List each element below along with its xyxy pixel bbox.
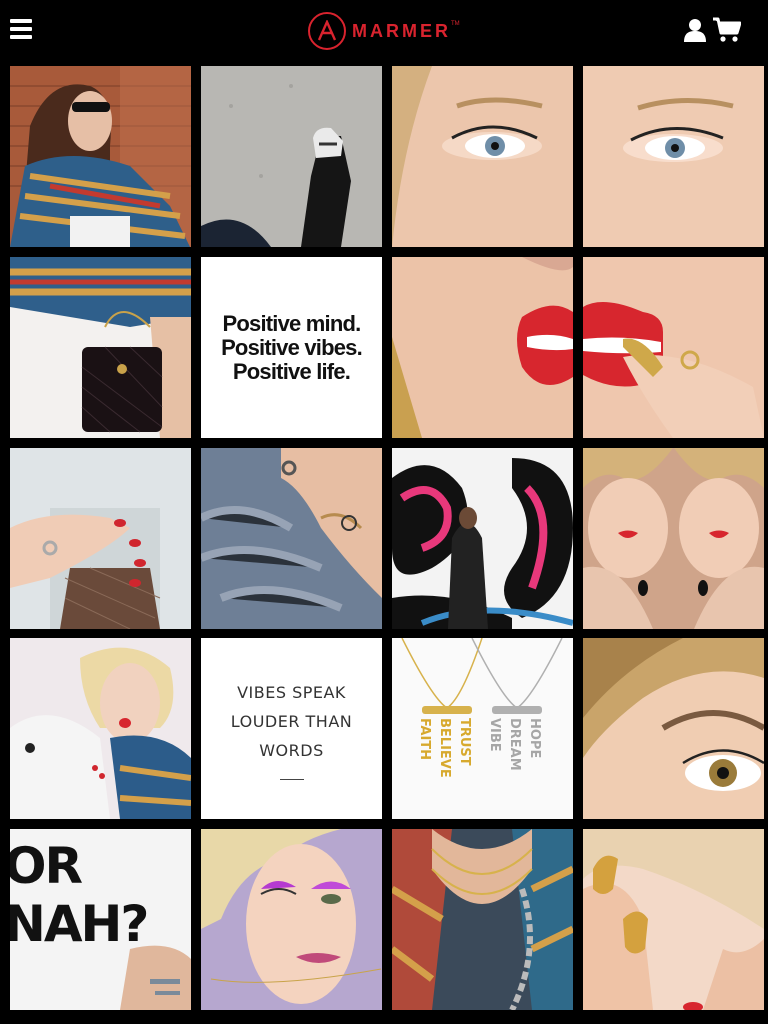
photo-or-nah-tee[interactable]: OR NAH?: [10, 829, 191, 1010]
photo-hazel-eye[interactable]: [583, 638, 764, 819]
brand-logo[interactable]: MARMER TM: [308, 11, 460, 51]
photo-purple-eyeshadow[interactable]: [201, 829, 382, 1010]
photo-blonde-dog[interactable]: [10, 638, 191, 819]
photo-graffiti-wall[interactable]: [392, 448, 573, 629]
user-icon[interactable]: [684, 18, 706, 42]
photo-red-lips-left[interactable]: [392, 257, 573, 438]
photo-gold-nail-rings[interactable]: [583, 829, 764, 1010]
necklace-word: DREAM: [507, 718, 522, 771]
necklace-word: VIBE: [487, 718, 502, 752]
photo-chanel-handbag[interactable]: [10, 257, 191, 438]
photo-gold-nail-ring[interactable]: [583, 257, 764, 438]
quote-divider: [279, 778, 304, 780]
quote-tile-positive[interactable]: Positive mind. Positive vibes. Positive …: [201, 257, 382, 438]
tee-slogan: OR NAH?: [10, 837, 149, 953]
necklace-word: TRUST: [457, 718, 472, 766]
photo-word-necklaces[interactable]: FAITH BELIEVE TRUST VIBE DREAM HOPE: [392, 638, 573, 819]
brand-name: MARMER: [352, 20, 451, 41]
cart-icon[interactable]: [713, 17, 742, 43]
quote-line: WORDS: [259, 740, 324, 760]
necklace-word: FAITH: [417, 718, 432, 760]
photo-woman-brick-wall[interactable]: [10, 66, 191, 247]
quote-line: Positive vibes.: [221, 334, 363, 360]
top-nav-bar: MARMER TM: [0, 0, 768, 62]
photo-layered-necklaces[interactable]: [392, 829, 573, 1010]
photo-boot-pavement[interactable]: [201, 66, 382, 247]
trademark-label: TM: [451, 21, 460, 27]
photo-blonde-eyes-left[interactable]: [392, 66, 573, 247]
quote-tile-vibes[interactable]: VIBES SPEAK LOUDER THAN WORDS: [201, 638, 382, 819]
quote-line: Positive mind.: [222, 310, 362, 336]
logo-a-mark-icon: [308, 12, 346, 50]
instagram-photo-grid: Positive mind. Positive vibes. Positive …: [10, 66, 764, 1010]
necklace-word: BELIEVE: [437, 718, 452, 778]
photo-wrist-jeans[interactable]: [201, 448, 382, 629]
menu-icon[interactable]: [10, 19, 32, 39]
photo-iced-coffee-hand[interactable]: [10, 448, 191, 629]
quote-line: VIBES SPEAK: [237, 682, 346, 702]
necklace-word: HOPE: [527, 718, 542, 758]
quote-line: LOUDER THAN: [230, 711, 353, 731]
photo-blonde-eyes-right[interactable]: [583, 66, 764, 247]
photo-mirrored-portrait[interactable]: [583, 448, 764, 629]
quote-line: Positive life.: [232, 358, 351, 384]
